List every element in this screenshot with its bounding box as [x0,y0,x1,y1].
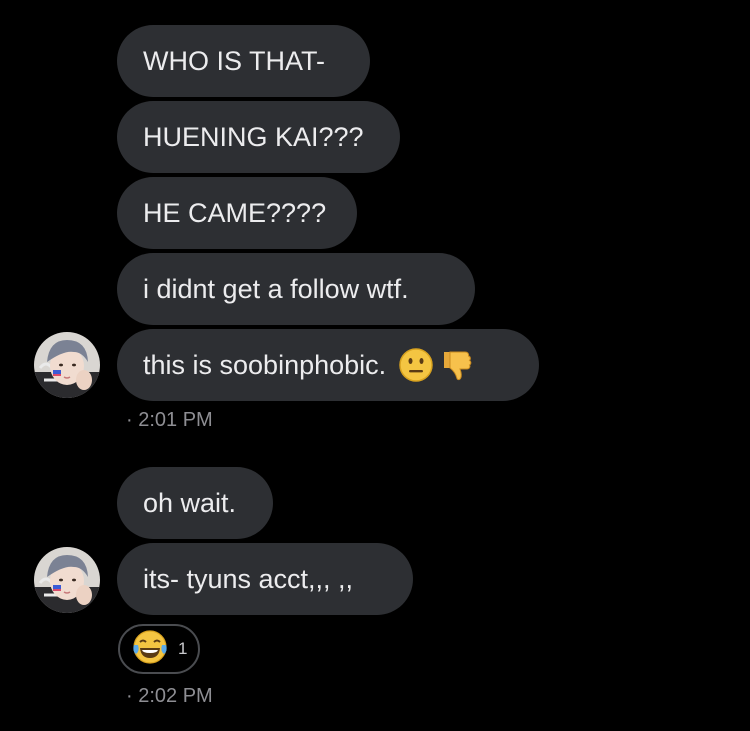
message-bubble[interactable]: HUENING KAI??? [117,101,400,173]
timestamp: · 2:01 PM [126,409,213,431]
message-text: oh wait. [143,487,237,518]
message-text: HUENING KAI??? [143,121,364,152]
reaction-count: 1 [178,639,188,658]
message-text: this is soobinphobic. [143,349,387,380]
message-text: i didnt get a follow wtf. [143,273,409,304]
avatar[interactable] [34,332,100,398]
message-bubble[interactable]: its- tyuns acct,,, ,, [117,543,413,615]
message-text: its- tyuns acct,,, ,, [143,563,354,594]
message-bubble[interactable]: WHO IS THAT- [117,25,370,97]
neutral-face-emoji [398,347,434,383]
message-text: WHO IS THAT- [143,45,325,76]
reaction-badge[interactable]: 1 [118,624,200,674]
thumbs-down-emoji [438,346,476,384]
message-bubble[interactable]: oh wait. [117,467,273,539]
message-bubble[interactable]: this is soobinphobic. [117,329,539,401]
message-bubble[interactable]: HE CAME???? [117,177,357,249]
avatar[interactable] [34,547,100,613]
face-with-tears-of-joy-icon [130,627,170,672]
message-bubble[interactable]: i didnt get a follow wtf. [117,253,475,325]
timestamp: · 2:02 PM [126,685,213,707]
message-text: HE CAME???? [143,197,327,228]
